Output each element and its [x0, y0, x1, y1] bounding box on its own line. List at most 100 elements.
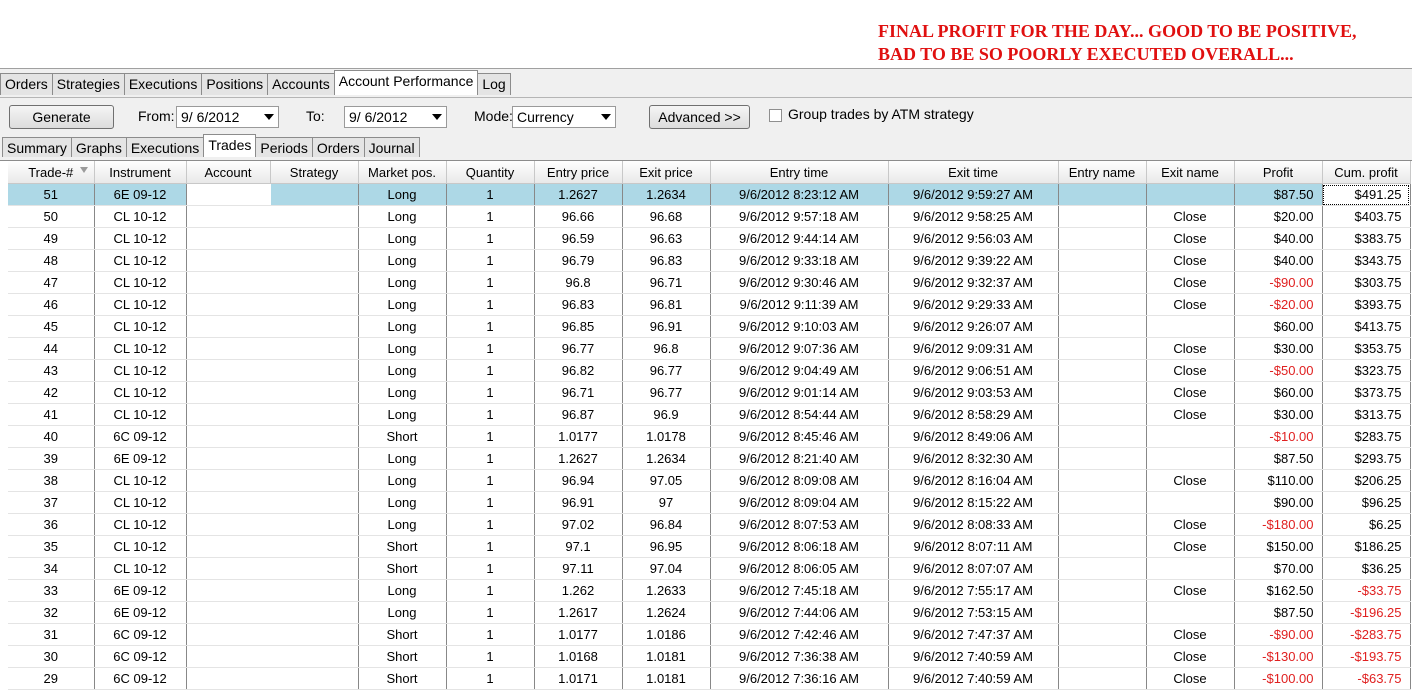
cell-profit: $90.00	[1234, 491, 1323, 514]
cell-account	[186, 425, 271, 448]
cell-trade: 45	[8, 315, 95, 338]
table-row[interactable]: 47 CL 10-12 Long 1 96.8 96.71 9/6/2012 9:30:46…	[8, 271, 1411, 294]
cell-strategy	[270, 645, 359, 668]
table-row[interactable]: 44 CL 10-12 Long 1 96.77 96.8 9/6/2012 9:07:36…	[8, 337, 1411, 360]
table-row[interactable]: 35 CL 10-12 Short 1 97.1 96.95 9/6/2012 8:06:1…	[8, 535, 1411, 558]
cell-account	[186, 645, 271, 668]
cell-exit-time: 9/6/2012 8:08:33 AM	[888, 513, 1059, 536]
column-header-exit-name[interactable]: Exit name	[1146, 161, 1235, 184]
mode-select[interactable]: Currency	[512, 106, 616, 128]
cell-entry-time: 9/6/2012 8:45:46 AM	[710, 425, 889, 448]
tab-positions[interactable]: Positions	[201, 73, 269, 95]
tab-executions-report[interactable]: Executions	[125, 137, 205, 157]
cell-instrument: CL 10-12	[94, 337, 187, 360]
cell-account	[186, 271, 271, 294]
table-row[interactable]: 41 CL 10-12 Long 1 96.87 96.9 9/6/2012 8:54:44…	[8, 403, 1411, 426]
cell-account	[186, 249, 271, 272]
column-header-quantity[interactable]: Quantity	[446, 161, 535, 184]
cell-account	[186, 227, 271, 250]
cell-instrument: 6E 09-12	[94, 447, 187, 470]
cell-exit-name: Close	[1146, 293, 1235, 316]
table-row[interactable]: 49 CL 10-12 Long 1 96.59 96.63 9/6/2012 9:44:1…	[8, 227, 1411, 250]
cell-profit: -$90.00	[1234, 623, 1323, 646]
cell-instrument: 6E 09-12	[94, 579, 187, 602]
tab-graphs[interactable]: Graphs	[70, 137, 127, 157]
table-row[interactable]: 31 6C 09-12 Short 1 1.0177 1.0186 9/6/2012 7:4…	[8, 623, 1411, 646]
table-row[interactable]: 39 6E 09-12 Long 1 1.2627 1.2634 9/6/2012 8:21…	[8, 447, 1411, 470]
cell-quantity: 1	[446, 447, 535, 470]
chevron-down-icon	[264, 114, 274, 120]
cell-quantity: 1	[446, 205, 535, 228]
cell-cum-profit: $373.75	[1322, 381, 1411, 404]
cell-entry-price: 1.2627	[534, 447, 623, 470]
cell-account	[186, 447, 271, 470]
cell-entry-name	[1058, 403, 1147, 426]
cell-exit-price: 96.68	[622, 205, 711, 228]
report-toolbar: Generate From: 9/ 6/2012 To: 9/ 6/2012 M…	[0, 97, 1412, 136]
tab-account-performance[interactable]: Account Performance	[333, 70, 479, 95]
column-header-entry-name[interactable]: Entry name	[1058, 161, 1147, 184]
from-date-picker[interactable]: 9/ 6/2012	[176, 106, 279, 128]
table-row[interactable]: 30 6C 09-12 Short 1 1.0168 1.0181 9/6/2012 7:3…	[8, 645, 1411, 668]
column-header-account[interactable]: Account	[186, 161, 271, 184]
cell-instrument: CL 10-12	[94, 359, 187, 382]
table-row[interactable]: 38 CL 10-12 Long 1 96.94 97.05 9/6/2012 8:09:0…	[8, 469, 1411, 492]
cell-profit: $30.00	[1234, 337, 1323, 360]
column-header-profit[interactable]: Profit	[1234, 161, 1323, 184]
cell-trade: 38	[8, 469, 95, 492]
cell-market-pos: Short	[358, 425, 447, 448]
table-row[interactable]: 40 6C 09-12 Short 1 1.0177 1.0178 9/6/2012 8:4…	[8, 425, 1411, 448]
table-row[interactable]: 42 CL 10-12 Long 1 96.71 96.77 9/6/2012 9:01:1…	[8, 381, 1411, 404]
cell-entry-time: 9/6/2012 9:10:03 AM	[710, 315, 889, 338]
cell-quantity: 1	[446, 535, 535, 558]
table-row[interactable]: 37 CL 10-12 Long 1 96.91 97 9/6/2012 8:09:04 A…	[8, 491, 1411, 514]
cell-strategy	[270, 315, 359, 338]
column-header-strategy[interactable]: Strategy	[270, 161, 359, 184]
column-header-instrument[interactable]: Instrument	[94, 161, 187, 184]
table-row[interactable]: 33 6E 09-12 Long 1 1.262 1.2633 9/6/2012 7:45:…	[8, 579, 1411, 602]
table-row[interactable]: 29 6C 09-12 Short 1 1.0171 1.0181 9/6/2012 7:3…	[8, 667, 1411, 690]
advanced-button[interactable]: Advanced >>	[649, 105, 750, 129]
table-row[interactable]: 46 CL 10-12 Long 1 96.83 96.81 9/6/2012 9:11:3…	[8, 293, 1411, 316]
tab-orders-report[interactable]: Orders	[311, 137, 365, 157]
to-date-picker[interactable]: 9/ 6/2012	[344, 106, 447, 128]
cell-exit-name	[1146, 183, 1235, 206]
tab-trades[interactable]: Trades	[203, 134, 257, 157]
tab-summary[interactable]: Summary	[2, 137, 72, 157]
tab-orders[interactable]: Orders	[0, 73, 53, 95]
tab-strategies[interactable]: Strategies	[51, 73, 125, 95]
cell-exit-price: 97.05	[622, 469, 711, 492]
tab-journal[interactable]: Journal	[363, 137, 420, 157]
column-header-exit-price[interactable]: Exit price	[622, 161, 711, 184]
column-header-market-pos[interactable]: Market pos.	[358, 161, 447, 184]
tab-accounts[interactable]: Accounts	[267, 73, 335, 95]
from-label: From:	[138, 108, 175, 124]
tab-periods[interactable]: Periods	[255, 137, 313, 157]
table-row[interactable]: 34 CL 10-12 Short 1 97.11 97.04 9/6/2012 8:06:…	[8, 557, 1411, 580]
cell-cum-profit: $303.75	[1322, 271, 1411, 294]
table-row[interactable]: 51 6E 09-12 Long 1 1.2627 1.2634 9/6/2012 8:23…	[8, 183, 1411, 206]
table-row[interactable]: 36 CL 10-12 Long 1 97.02 96.84 9/6/2012 8:07:5…	[8, 513, 1411, 536]
tab-log[interactable]: Log	[477, 73, 511, 95]
table-row[interactable]: 50 CL 10-12 Long 1 96.66 96.68 9/6/2012 9:57:1…	[8, 205, 1411, 228]
table-row[interactable]: 45 CL 10-12 Long 1 96.85 96.91 9/6/2012 9:10:0…	[8, 315, 1411, 338]
cell-instrument: CL 10-12	[94, 403, 187, 426]
column-header-entry-time[interactable]: Entry time	[710, 161, 889, 184]
cell-entry-price: 96.85	[534, 315, 623, 338]
cell-entry-price: 96.66	[534, 205, 623, 228]
tab-executions[interactable]: Executions	[123, 73, 203, 95]
table-row[interactable]: 43 CL 10-12 Long 1 96.82 96.77 9/6/2012 9:04:4…	[8, 359, 1411, 382]
cell-account	[186, 491, 271, 514]
group-by-atm-checkbox[interactable]	[769, 109, 782, 122]
column-header-cum-profit[interactable]: Cum. profit	[1322, 161, 1411, 184]
generate-button[interactable]: Generate	[9, 105, 114, 129]
cell-profit: -$20.00	[1234, 293, 1323, 316]
table-row[interactable]: 48 CL 10-12 Long 1 96.79 96.83 9/6/2012 9:33:1…	[8, 249, 1411, 272]
column-header-entry-price[interactable]: Entry price	[534, 161, 623, 184]
table-row[interactable]: 32 6E 09-12 Long 1 1.2617 1.2624 9/6/2012 7:44…	[8, 601, 1411, 624]
cell-exit-price: 96.77	[622, 381, 711, 404]
column-header-trade[interactable]: Trade-#	[8, 161, 95, 184]
cell-exit-name	[1146, 425, 1235, 448]
column-header-exit-time[interactable]: Exit time	[888, 161, 1059, 184]
cell-entry-time: 9/6/2012 9:33:18 AM	[710, 249, 889, 272]
